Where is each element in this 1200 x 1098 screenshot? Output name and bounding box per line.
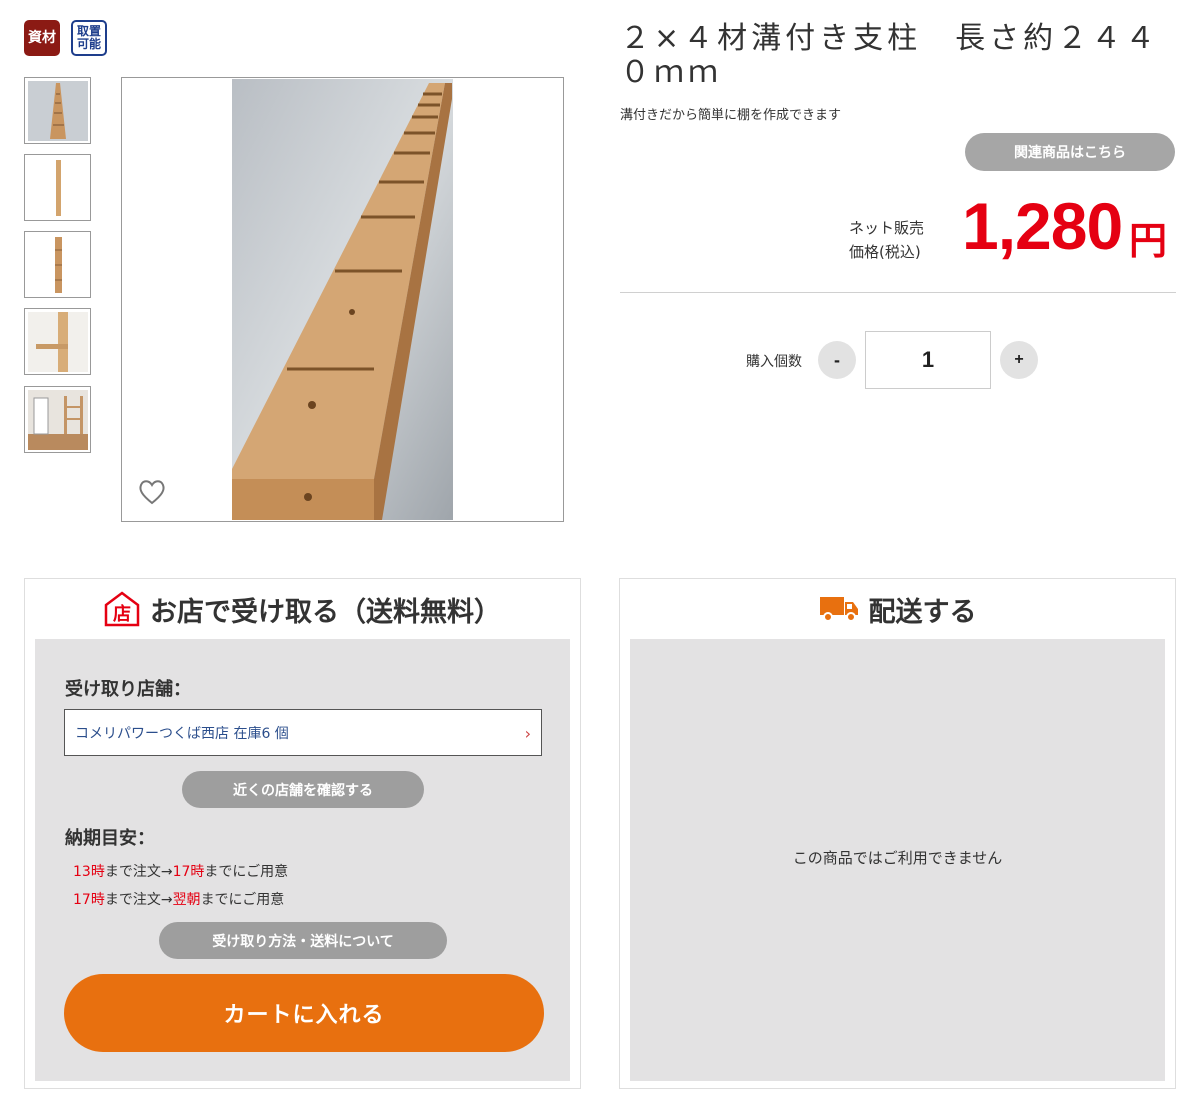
delivery-header: 配送する	[620, 579, 1175, 639]
thumbnail-1[interactable]	[24, 77, 91, 144]
ready-time: 17時	[172, 864, 205, 880]
product-title: ２×４材溝付き支柱 長さ約２４４０ｍｍ	[620, 21, 1160, 90]
material-badge-label: 資材	[28, 29, 56, 46]
quantity-decrease-button[interactable]: -	[818, 341, 856, 379]
chevron-right-icon: ›	[524, 724, 531, 743]
product-subtitle: 溝付きだから簡単に棚を作成できます	[620, 108, 842, 123]
thumbnail-4[interactable]	[24, 308, 91, 375]
store-pickup-body: 受け取り店舗： コメリパワーつくば西店 在庫6 個 › 近くの店舗を確認する 納…	[35, 639, 570, 1081]
store-icon: 店	[104, 591, 140, 627]
quantity-input[interactable]	[865, 331, 991, 389]
quantity-increase-button[interactable]: +	[1000, 341, 1038, 379]
lumber-side-view-icon	[27, 157, 88, 218]
delivery-title: 配送する	[868, 596, 977, 628]
lumber-side-view-icon	[27, 234, 88, 295]
svg-text:店: 店	[113, 603, 131, 625]
ready-text: までにご用意	[200, 892, 285, 908]
price-value: 1,280	[962, 189, 1123, 263]
lead-time-label: 納期目安：	[65, 828, 155, 849]
thumbnail-2[interactable]	[24, 154, 91, 221]
truck-icon	[819, 597, 858, 622]
delivery-body: この商品ではご利用できません	[630, 639, 1165, 1081]
favorite-heart-icon[interactable]	[138, 479, 166, 505]
order-cutoff-text: まで注文→	[104, 892, 173, 908]
reservable-badge: 取置 可能	[71, 20, 107, 56]
related-products-button[interactable]: 関連商品はこちら	[965, 133, 1175, 171]
quantity-label: 購入個数	[746, 354, 802, 370]
room-shelf-icon	[27, 389, 88, 450]
store-pickup-header: 店 お店で受け取る（送料無料）	[25, 579, 580, 639]
order-cutoff-time: 17時	[73, 892, 105, 908]
lead-time-line-2: 17時まで注文→翌朝までにご用意	[73, 889, 284, 909]
nearby-stores-button[interactable]: 近くの店舗を確認する	[182, 771, 424, 808]
price-label: ネット販売 価格(税込)	[849, 216, 924, 264]
lumber-top-view-icon	[27, 80, 88, 141]
divider	[620, 292, 1176, 293]
lumber-photo	[232, 79, 453, 520]
price-label-line1: ネット販売	[849, 219, 925, 237]
pickup-store-value: コメリパワーつくば西店 在庫6 個	[75, 725, 289, 742]
pickup-store-select[interactable]: コメリパワーつくば西店 在庫6 個 ›	[64, 709, 542, 756]
order-cutoff-time: 13時	[73, 864, 105, 880]
pickup-method-info-button[interactable]: 受け取り方法・送料について	[159, 922, 447, 959]
thumbnail-5[interactable]	[24, 386, 91, 453]
delivery-unavailable-message: この商品ではご利用できません	[792, 849, 1003, 867]
price-label-line2: 価格(税込)	[849, 243, 921, 261]
add-to-cart-button[interactable]: カートに入れる	[64, 974, 544, 1052]
lead-time-line-1: 13時まで注文→17時までにご用意	[73, 861, 288, 881]
ready-text: までにご用意	[204, 864, 289, 880]
pickup-store-label: 受け取り店舗：	[65, 679, 191, 700]
reservable-badge-line2: 可能	[76, 37, 101, 51]
delivery-panel: 配送する この商品ではご利用できません	[619, 578, 1176, 1089]
ready-time: 翌朝	[172, 892, 201, 908]
store-pickup-title: お店で受け取る（送料無料）	[150, 596, 501, 628]
price-unit: 円	[1129, 219, 1168, 263]
main-product-image	[121, 77, 564, 522]
order-cutoff-text: まで注文→	[104, 864, 173, 880]
store-pickup-panel: 店 お店で受け取る（送料無料） 受け取り店舗： コメリパワーつくば西店 在庫6 …	[24, 578, 581, 1089]
lumber-installed-icon	[27, 311, 88, 372]
material-badge: 資材	[24, 20, 60, 56]
thumbnail-3[interactable]	[24, 231, 91, 298]
